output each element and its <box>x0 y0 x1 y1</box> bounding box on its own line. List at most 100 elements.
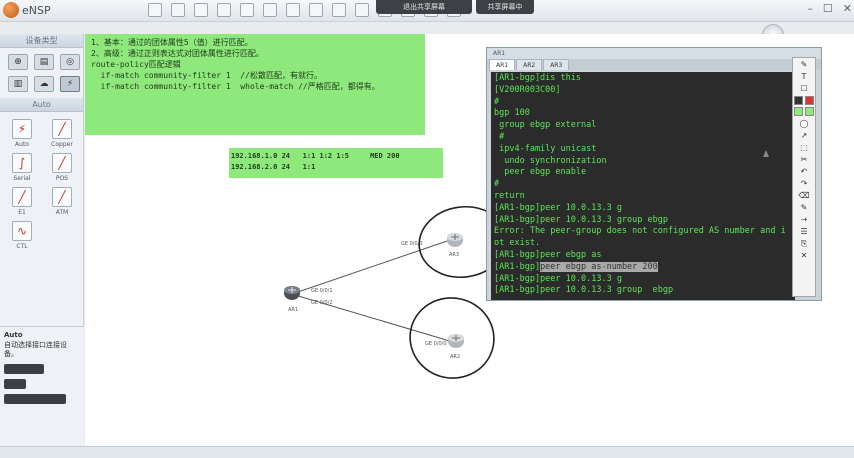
switch-category-icon[interactable]: ▤ <box>34 54 54 70</box>
eraser-icon[interactable]: ⌫ <box>794 190 814 201</box>
cable-pos[interactable]: ╱ POS <box>42 152 82 182</box>
status-bar <box>0 446 854 458</box>
ellipse-tool-icon[interactable]: ◯ <box>794 118 814 129</box>
move-icon[interactable] <box>309 3 323 17</box>
text-icon[interactable] <box>355 3 369 17</box>
highlighter-icon[interactable]: ✎ <box>794 202 814 213</box>
print-icon[interactable] <box>217 3 231 17</box>
terminal-line: [AR1-bgp]dis this <box>494 73 581 83</box>
terminal-line: ipv4-family unicast <box>494 143 597 154</box>
redo-annotation-icon[interactable]: ↷ <box>794 178 814 189</box>
annotation-toolbar: ✎ T ☐ ◯ ↗ ⬚ ✂ ↶ ↷ ⌫ ✎ ⇢ ☰ ⎘ ✕ <box>792 57 816 297</box>
router-ar2-label: AR2 <box>450 354 460 360</box>
color-swatch-green[interactable] <box>794 107 803 116</box>
mouse-cursor-icon <box>763 150 769 157</box>
undo-icon[interactable] <box>240 3 254 17</box>
router-ar1[interactable]: AR1 <box>284 286 300 313</box>
device-type-grid: ⊕ ▤ ◎ ▥ ☁ ⚡ <box>0 48 83 98</box>
terminal-tabs: AR1 AR2 AR3 <box>487 59 821 70</box>
cable-label: CTL <box>16 243 28 250</box>
cable-e1[interactable]: ╱ E1 <box>2 186 42 216</box>
wlan-category-icon[interactable]: ◎ <box>60 54 80 70</box>
cable-label: ATM <box>55 209 69 216</box>
meeting-control-button[interactable] <box>4 379 26 389</box>
terminal-line: # <box>494 131 505 142</box>
new-file-icon[interactable] <box>148 3 162 17</box>
router-category-icon[interactable]: ⊕ <box>8 54 28 70</box>
router-ar1-label: AR1 <box>288 307 298 313</box>
firewall-category-icon[interactable]: ▥ <box>8 76 28 92</box>
maximize-icon[interactable]: ☐ <box>823 2 833 15</box>
app-window: eNSP 退出共享屏幕 共享屏幕中 – ☐ ✕ 设备类型 ⊕ ▤ ◎ ▥ ☁ ⚡… <box>0 0 854 458</box>
copy-icon[interactable]: ⎘ <box>794 238 814 249</box>
arrow-tool-icon[interactable]: ↗ <box>794 130 814 141</box>
pointer-icon[interactable]: ⇢ <box>794 214 814 225</box>
cut-icon[interactable]: ✂ <box>794 154 814 165</box>
color-swatch-red[interactable] <box>805 96 814 105</box>
sharing-status[interactable]: 共享屏幕中 <box>476 0 534 14</box>
color-swatch-light-green[interactable] <box>805 107 814 116</box>
port-label-ar1-g1: GE 0/0/1 <box>311 288 333 294</box>
atm-cable-icon: ╱ <box>52 187 72 207</box>
cable-auto[interactable]: ⚡ Auto <box>2 118 42 148</box>
cable-category-icon[interactable]: ⚡ <box>60 76 80 92</box>
router-ar3[interactable]: AR3 <box>447 233 463 258</box>
terminal-line: # <box>494 179 500 190</box>
minimize-icon[interactable]: – <box>807 2 813 15</box>
meeting-control-button[interactable] <box>4 364 44 374</box>
highlighted-command: peer ebgp as-number 200 <box>540 261 658 272</box>
redo-icon[interactable] <box>263 3 277 17</box>
tab-ar3[interactable]: AR3 <box>543 59 570 70</box>
cable-grid: ⚡ Auto ╱ Copper ∫ Serial ╱ POS ╱ E1 ╱ AT… <box>0 112 83 256</box>
terminal-screen[interactable]: [AR1-bgp]dis this [V200R003C00] # bgp 10… <box>491 72 795 300</box>
cable-ctl[interactable]: ∿ CTL <box>2 220 42 250</box>
tab-ar1[interactable]: AR1 <box>489 59 516 70</box>
cable-atm[interactable]: ╱ ATM <box>42 186 82 216</box>
description-title: Auto <box>4 331 23 339</box>
terminal-line: peer ebgp enable <box>494 167 587 178</box>
cable-label: Serial <box>13 175 31 182</box>
highlight-prompt: [AR1-bgp] <box>494 261 541 272</box>
terminal-line: # <box>494 96 500 107</box>
save-file-icon[interactable] <box>194 3 208 17</box>
select-area-icon[interactable]: ⬚ <box>794 142 814 153</box>
ctl-cable-icon: ∿ <box>12 221 32 241</box>
text-tool-icon[interactable]: T <box>794 71 814 82</box>
cable-copper[interactable]: ╱ Copper <box>42 118 82 148</box>
terminal-line: bgp 100 <box>494 108 530 119</box>
select-icon[interactable] <box>286 3 300 17</box>
meeting-control-button[interactable] <box>4 394 66 404</box>
copper-cable-icon: ╱ <box>52 119 72 139</box>
router-ar3-label: AR3 <box>449 252 459 258</box>
cable-label: Copper <box>51 141 73 148</box>
delete-icon[interactable] <box>332 3 346 17</box>
color-swatches <box>793 106 815 117</box>
description-text: 自动选择接口连接设备。 <box>4 341 67 358</box>
color-swatch-black[interactable] <box>794 96 803 105</box>
terminal-line: [AR1-bgp]peer 10.0.13.3 group ebgp <box>494 285 674 296</box>
terminal-line: [AR1-bgp]peer 10.0.13.3 g <box>494 202 622 213</box>
serial-cable-icon: ∫ <box>12 153 32 173</box>
terminal-line: [AR1-bgp]peer ebgp as <box>494 249 602 260</box>
cable-label: Auto <box>15 141 29 148</box>
port-label-ar1-g2: GE 0/0/2 <box>311 300 333 306</box>
open-file-icon[interactable] <box>171 3 185 17</box>
auto-cable-icon: ⚡ <box>12 119 32 139</box>
close-toolbar-icon[interactable]: ✕ <box>794 250 814 261</box>
cli-terminal-window[interactable]: AR1 AR1 AR2 AR3 [AR1-bgp]dis this [V200R… <box>486 47 822 301</box>
terminal-line: Error: The peer-group does not configure… <box>494 226 786 237</box>
cable-serial[interactable]: ∫ Serial <box>2 152 42 182</box>
port-label-ar2: GE 0/0/0 <box>425 341 447 347</box>
menu-icon[interactable]: ☰ <box>794 226 814 237</box>
terminal-line: group ebgp external <box>494 120 597 131</box>
title-bar: eNSP 退出共享屏幕 共享屏幕中 – ☐ ✕ <box>0 0 854 22</box>
leave-share-button[interactable]: 退出共享屏幕 <box>376 0 472 14</box>
rect-tool-icon[interactable]: ☐ <box>794 83 814 94</box>
terminal-title: AR1 <box>487 48 821 59</box>
undo-annotation-icon[interactable]: ↶ <box>794 166 814 177</box>
router-ar2[interactable]: AR2 <box>448 334 464 360</box>
close-icon[interactable]: ✕ <box>843 2 852 15</box>
cloud-category-icon[interactable]: ☁ <box>34 76 54 92</box>
pen-tool-icon[interactable]: ✎ <box>794 59 814 70</box>
tab-ar2[interactable]: AR2 <box>516 59 543 70</box>
